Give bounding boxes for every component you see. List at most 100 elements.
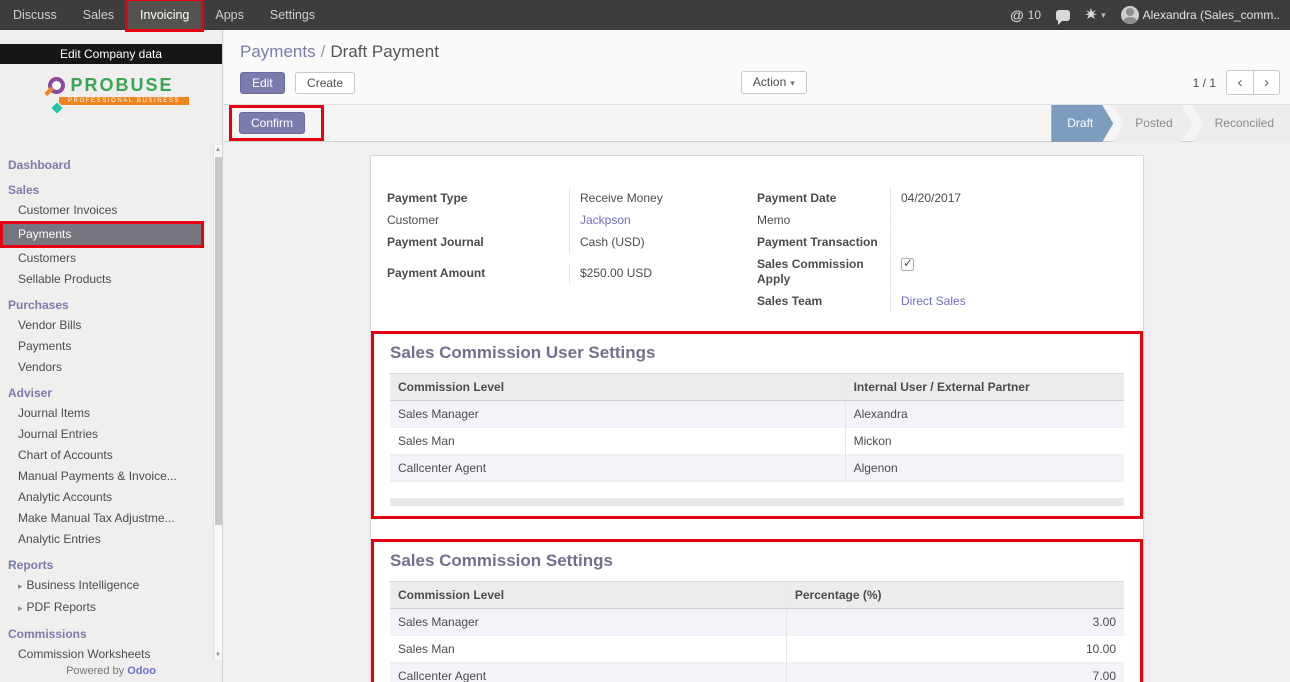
statusbar: Confirm Draft Posted Reconciled (224, 105, 1290, 142)
field-payment-type: Payment Type Receive Money (387, 188, 739, 209)
sidebar-header-adviser[interactable]: Adviser (0, 383, 213, 403)
cell-user: Alexandra (845, 401, 1124, 428)
field-label: Memo (757, 210, 890, 231)
commission-user-settings-section: Sales Commission User Settings Commissio… (371, 331, 1143, 519)
cell-commission-level: Sales Manager (390, 401, 845, 428)
status-reconciled[interactable]: Reconciled (1193, 105, 1290, 142)
control-panel: Payments /Draft Payment Edit Create Actio… (224, 30, 1290, 105)
breadcrumb-separator: / (321, 42, 326, 61)
menu-discuss[interactable]: Discuss (0, 0, 70, 30)
sidebar-scrollbar[interactable]: ▲ ▼ (213, 145, 222, 660)
sidebar-item-analytic-entries[interactable]: Analytic Entries (0, 529, 213, 550)
sidebar-header-commissions[interactable]: Commissions (0, 624, 213, 644)
sidebar-item-journal-entries[interactable]: Journal Entries (0, 424, 213, 445)
breadcrumb-payments-link[interactable]: Payments (240, 42, 316, 61)
confirm-button[interactable]: Confirm (239, 112, 305, 134)
pager: 1 / 1 ‹› (1193, 70, 1280, 95)
company-logo: PROBUSE PROFESSIONAL BUSINESS (0, 64, 222, 116)
sidebar-item-chart-of-accounts[interactable]: Chart of Accounts (0, 445, 213, 466)
sidebar-item-manual-payments[interactable]: Manual Payments & Invoice... (0, 466, 213, 487)
edit-company-data-button[interactable]: Edit Company data (0, 44, 222, 64)
field-label: Payment Date (757, 188, 890, 209)
menu-invoicing[interactable]: Invoicing (127, 0, 202, 30)
column-commission-level[interactable]: Commission Level (390, 374, 845, 401)
action-area: Action▾ (355, 71, 1193, 94)
scrollbar-up-icon[interactable]: ▲ (214, 147, 222, 153)
topbar-right: @ 10 ▾ Alexandra (Sales_comm.. (1010, 0, 1290, 30)
cell-commission-level: Sales Man (390, 428, 845, 455)
scrollbar-down-icon[interactable]: ▼ (214, 652, 222, 658)
field-payment-journal: Payment Journal Cash (USD) (387, 232, 739, 253)
pager-previous-button[interactable]: ‹ (1226, 70, 1253, 95)
secondary-menu: Dashboard Sales Customer Invoices Paymen… (0, 145, 213, 660)
activity-count: 10 (1028, 8, 1041, 22)
menu-settings[interactable]: Settings (257, 0, 328, 30)
sidebar-item-label: Business Intelligence (27, 578, 140, 592)
field-label: Payment Journal (387, 232, 569, 253)
sidebar-item-journal-items[interactable]: Journal Items (0, 403, 213, 424)
sidebar-item-business-intelligence[interactable]: ▸Business Intelligence (0, 575, 213, 597)
crud-buttons: Edit Create (240, 72, 355, 94)
customer-link[interactable]: Jackpson (580, 213, 631, 227)
sidebar-item-analytic-accounts[interactable]: Analytic Accounts (0, 487, 213, 508)
breadcrumb: Payments /Draft Payment (224, 30, 1290, 68)
edit-button[interactable]: Edit (240, 72, 285, 94)
user-menu[interactable]: Alexandra (Sales_comm.. (1121, 6, 1280, 24)
sidebar-item-customers[interactable]: Customers (0, 248, 213, 269)
sidebar-item-customer-invoices[interactable]: Customer Invoices (0, 200, 213, 221)
pager-next-button[interactable]: › (1253, 70, 1280, 95)
payment-amount-value: $250.00 USD (580, 266, 652, 280)
table-row[interactable]: Callcenter Agent Algenon (390, 455, 1124, 482)
activities-button[interactable]: @ 10 (1010, 7, 1041, 23)
commission-settings-table: Commission Level Percentage (%) Sales Ma… (390, 581, 1124, 682)
sidebar-header-reports[interactable]: Reports (0, 555, 213, 575)
sidebar-header-dashboard[interactable]: Dashboard (0, 155, 213, 175)
column-commission-level[interactable]: Commission Level (390, 582, 786, 609)
status-draft[interactable]: Draft (1051, 105, 1113, 142)
logo-tagline: PROFESSIONAL BUSINESS (59, 97, 189, 105)
cell-commission-level: Callcenter Agent (390, 663, 786, 682)
field-payment-date: Payment Date 04/20/2017 (757, 188, 1127, 209)
field-label: Customer (387, 210, 569, 231)
sidebar-item-payments[interactable]: Payments (3, 224, 201, 245)
topbar: Discuss Sales Invoicing Apps Settings @ … (0, 0, 1290, 30)
table-row[interactable]: Sales Manager 3.00 (390, 609, 1124, 636)
table-row[interactable]: Sales Man 10.00 (390, 636, 1124, 663)
sidebar-item-vendor-bills[interactable]: Vendor Bills (0, 315, 213, 336)
confirm-annotation-box: Confirm (229, 105, 324, 141)
sidebar-header-purchases[interactable]: Purchases (0, 295, 213, 315)
messages-button[interactable] (1056, 10, 1070, 21)
sidebar-item-vendor-payments[interactable]: Payments (0, 336, 213, 357)
menu-apps[interactable]: Apps (202, 0, 257, 30)
sidebar-item-vendors[interactable]: Vendors (0, 357, 213, 378)
asterisk-icon (1085, 8, 1097, 23)
action-dropdown-button[interactable]: Action▾ (741, 71, 807, 94)
field-payment-amount: Payment Amount $250.00 USD (387, 263, 739, 284)
sales-commission-apply-checkbox[interactable]: ✓ (901, 258, 914, 271)
field-label: Sales Commission Apply (757, 254, 890, 290)
field-memo: Memo (757, 210, 1127, 231)
cell-percentage: 3.00 (786, 609, 1124, 636)
pager-count: 1 / 1 (1193, 76, 1216, 90)
sidebar-header-sales[interactable]: Sales (0, 180, 213, 200)
cell-commission-level: Sales Man (390, 636, 786, 663)
commission-settings-section: Sales Commission Settings Commission Lev… (371, 539, 1143, 682)
sidebar-item-tax-adjustments[interactable]: Make Manual Tax Adjustme... (0, 508, 213, 529)
table-row[interactable]: Callcenter Agent 7.00 (390, 663, 1124, 682)
sidebar-item-sellable-products[interactable]: Sellable Products (0, 269, 213, 290)
scrollbar-thumb[interactable] (215, 157, 222, 525)
breadcrumb-current: Draft Payment (330, 42, 439, 61)
table-row[interactable]: Sales Manager Alexandra (390, 401, 1124, 428)
create-button[interactable]: Create (295, 72, 355, 94)
sidebar-item-pdf-reports[interactable]: ▸PDF Reports (0, 597, 213, 619)
sales-team-link[interactable]: Direct Sales (901, 294, 966, 308)
odoo-link[interactable]: Odoo (127, 665, 156, 677)
debug-menu-button[interactable]: ▾ (1085, 8, 1106, 23)
left-field-group: Payment Type Receive Money Customer Jack… (387, 188, 757, 313)
table-row[interactable]: Sales Man Mickon (390, 428, 1124, 455)
status-posted[interactable]: Posted (1113, 105, 1192, 142)
column-percentage[interactable]: Percentage (%) (786, 582, 1124, 609)
menu-sales[interactable]: Sales (70, 0, 127, 30)
sidebar-item-commission-worksheets[interactable]: Commission Worksheets (0, 644, 213, 660)
column-internal-user[interactable]: Internal User / External Partner (845, 374, 1124, 401)
